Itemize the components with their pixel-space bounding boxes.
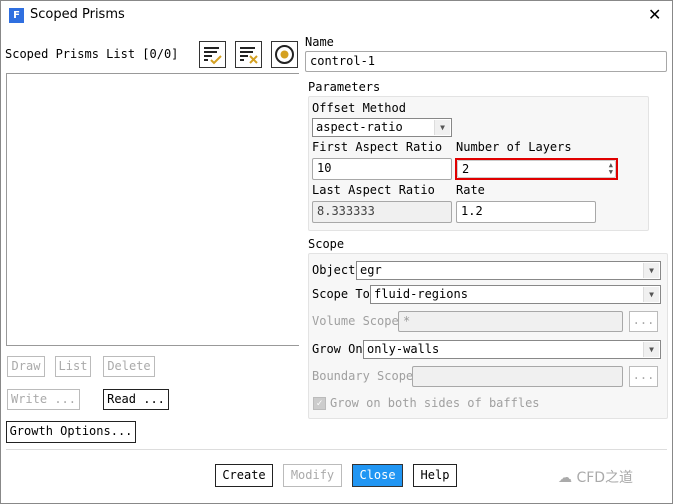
read-button[interactable]: Read ... [103, 389, 169, 410]
watermark: ☁ CFD之道 [558, 467, 633, 487]
layers-value: 2 [462, 162, 470, 176]
layers-label: Number of Layers [456, 140, 572, 154]
list-label: Scoped Prisms List [0/0] [5, 47, 179, 61]
grow-on-value: only-walls [367, 342, 440, 356]
object-label: Object [312, 263, 356, 277]
boundary-scope-label: Boundary Scope [312, 369, 414, 383]
target-icon[interactable] [271, 41, 298, 68]
rate-input[interactable]: 1.2 [456, 201, 596, 223]
parameters-label: Parameters [308, 80, 381, 94]
boundary-scope-browse-button: ... [629, 366, 658, 387]
layers-input[interactable]: 2 ▲ ▼ [457, 160, 616, 178]
close-button[interactable]: Close [352, 464, 403, 487]
chevron-down-icon: ▼ [434, 120, 450, 135]
scope-to-value: fluid-regions [374, 287, 468, 301]
first-ar-label: First Aspect Ratio [312, 140, 443, 154]
app-icon: F [9, 8, 24, 23]
growth-options-button[interactable]: Growth Options... [6, 421, 136, 443]
chevron-down-icon: ▼ [643, 342, 659, 357]
baffles-label: Grow on both sides of baffles [330, 396, 540, 410]
scope-to-label: Scope To [312, 287, 370, 301]
volume-scope-browse-button: ... [629, 311, 658, 332]
spinner-icon[interactable]: ▲ ▼ [609, 162, 613, 176]
select-all-icon[interactable] [199, 41, 226, 68]
chevron-down-icon: ▼ [643, 287, 659, 302]
divider [6, 449, 667, 450]
window-title: Scoped Prisms [30, 7, 125, 22]
volume-scope-label: Volume Scope [312, 314, 399, 328]
grow-on-label: Grow On [312, 342, 363, 356]
delete-button[interactable]: Delete [103, 356, 155, 377]
baffles-checkbox: ✓ [313, 397, 326, 410]
scope-to-select[interactable]: fluid-regions ▼ [370, 285, 661, 304]
modify-button[interactable]: Modify [283, 464, 342, 487]
draw-button[interactable]: Draw [7, 356, 45, 377]
last-ar-label: Last Aspect Ratio [312, 183, 435, 197]
offset-method-label: Offset Method [312, 101, 406, 115]
list-button[interactable]: List [55, 356, 91, 377]
name-input[interactable]: control-1 [305, 51, 667, 72]
object-select[interactable]: egr ▼ [356, 261, 661, 280]
first-ar-input[interactable]: 10 [312, 158, 452, 180]
offset-method-select[interactable]: aspect-ratio ▼ [312, 118, 452, 137]
wechat-icon: ☁ [558, 470, 577, 486]
deselect-all-icon[interactable] [235, 41, 262, 68]
watermark-text: CFD之道 [576, 470, 634, 486]
prisms-list[interactable] [6, 73, 299, 346]
rate-label: Rate [456, 183, 485, 197]
write-button[interactable]: Write ... [7, 389, 80, 410]
object-value: egr [360, 263, 382, 277]
close-window-icon[interactable]: ✕ [648, 5, 661, 24]
last-ar-input: 8.333333 [312, 201, 452, 223]
help-button[interactable]: Help [413, 464, 457, 487]
volume-scope-input: * [398, 311, 623, 332]
name-label: Name [305, 35, 334, 49]
chevron-down-icon: ▼ [643, 263, 659, 278]
offset-method-value: aspect-ratio [316, 120, 403, 134]
grow-on-select[interactable]: only-walls ▼ [363, 340, 661, 359]
create-button[interactable]: Create [215, 464, 273, 487]
scope-label: Scope [308, 237, 345, 251]
boundary-scope-input [412, 366, 623, 387]
